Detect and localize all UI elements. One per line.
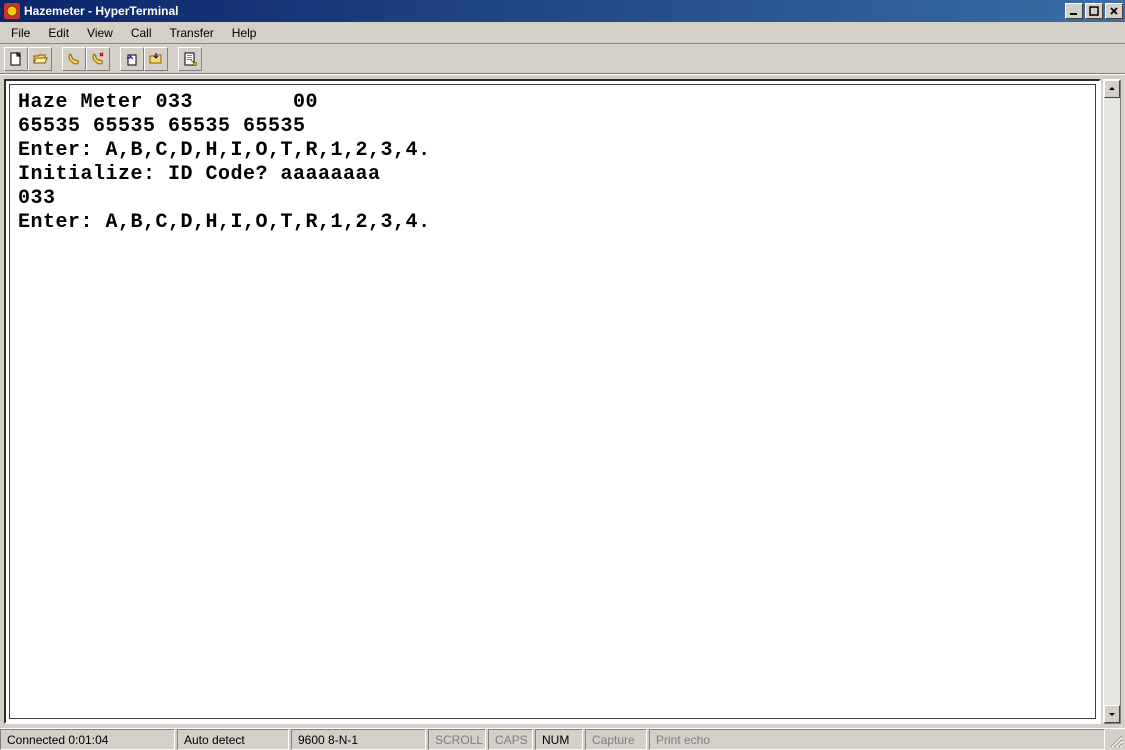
window-title: Hazemeter - HyperTerminal [24, 4, 1063, 18]
statusbar: Connected 0:01:04 Auto detect 9600 8-N-1… [0, 728, 1125, 750]
new-file-icon [8, 51, 24, 67]
menu-transfer[interactable]: Transfer [161, 24, 223, 42]
resize-grip[interactable] [1107, 729, 1125, 750]
menu-view[interactable]: View [78, 24, 122, 42]
scroll-down-button[interactable] [1104, 705, 1120, 723]
status-num: NUM [535, 729, 583, 750]
chevron-up-icon [1108, 85, 1116, 93]
app-icon [4, 3, 20, 19]
toolbar [0, 44, 1125, 74]
scroll-track[interactable] [1104, 98, 1120, 705]
status-printecho: Print echo [649, 729, 1105, 750]
open-file-button[interactable] [28, 47, 52, 71]
send-button[interactable] [120, 47, 144, 71]
status-scroll: SCROLL [428, 729, 486, 750]
terminal-frame: Haze Meter 033 00 65535 65535 65535 6553… [4, 79, 1101, 724]
status-port: 9600 8-N-1 [291, 729, 426, 750]
receive-button[interactable] [144, 47, 168, 71]
menubar: File Edit View Call Transfer Help [0, 22, 1125, 44]
status-caps: CAPS [488, 729, 533, 750]
send-icon [124, 51, 140, 67]
vertical-scrollbar[interactable] [1103, 79, 1121, 724]
window-buttons [1063, 3, 1123, 19]
properties-button[interactable] [178, 47, 202, 71]
call-button[interactable] [62, 47, 86, 71]
minimize-button[interactable] [1065, 3, 1083, 19]
status-connected: Connected 0:01:04 [0, 729, 175, 750]
hangup-button[interactable] [86, 47, 110, 71]
chevron-down-icon [1108, 710, 1116, 718]
close-button[interactable] [1105, 3, 1123, 19]
status-capture: Capture [585, 729, 647, 750]
menu-help[interactable]: Help [223, 24, 266, 42]
scroll-up-button[interactable] [1104, 80, 1120, 98]
new-file-button[interactable] [4, 47, 28, 71]
terminal-output[interactable]: Haze Meter 033 00 65535 65535 65535 6553… [10, 85, 1095, 241]
properties-icon [182, 51, 198, 67]
menu-edit[interactable]: Edit [39, 24, 78, 42]
open-file-icon [32, 51, 48, 67]
hangup-icon [90, 51, 106, 67]
menu-call[interactable]: Call [122, 24, 161, 42]
main-frame: Haze Meter 033 00 65535 65535 65535 6553… [0, 74, 1125, 728]
call-icon [66, 51, 82, 67]
titlebar: Hazemeter - HyperTerminal [0, 0, 1125, 22]
maximize-button[interactable] [1085, 3, 1103, 19]
receive-icon [148, 51, 164, 67]
menu-file[interactable]: File [2, 24, 39, 42]
status-autodetect: Auto detect [177, 729, 289, 750]
grip-icon [1109, 734, 1123, 748]
